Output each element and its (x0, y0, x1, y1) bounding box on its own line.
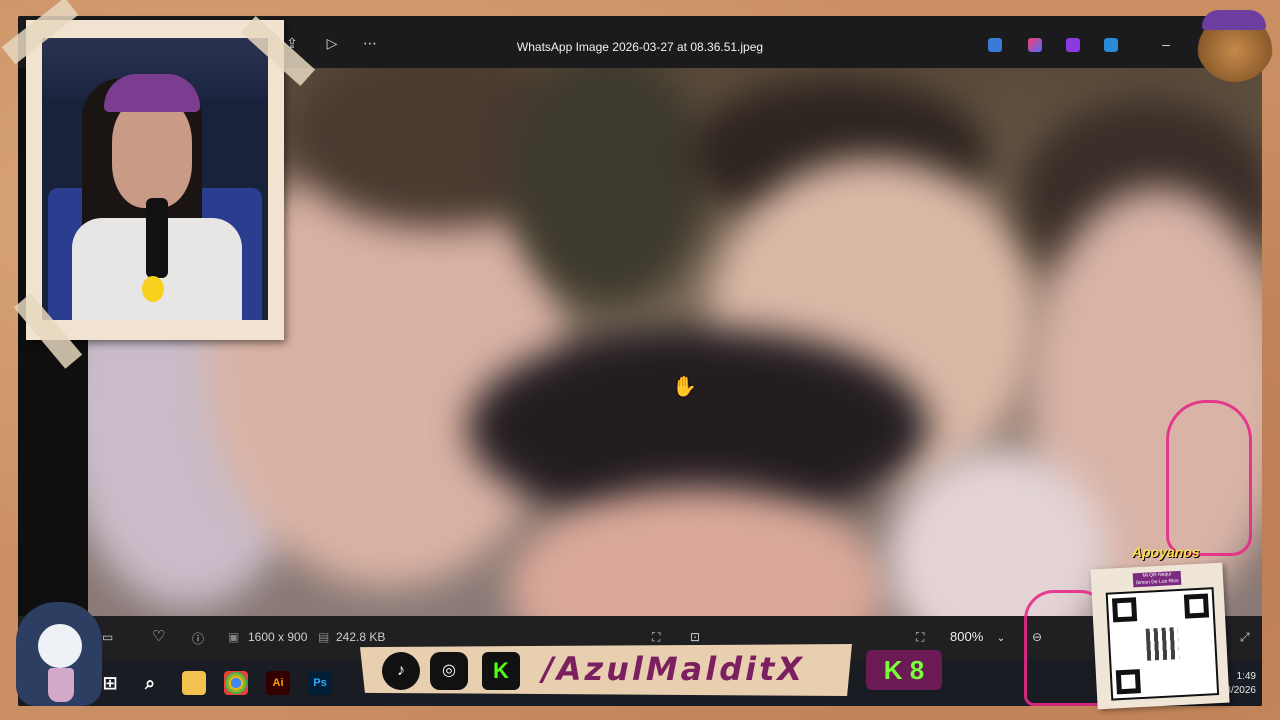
illustrator-icon[interactable]: Ai (266, 671, 290, 695)
tiktok-icon: ♪ (382, 652, 420, 690)
chrome-icon[interactable] (224, 671, 248, 695)
fit-screen-icon[interactable]: ⛶ (652, 630, 660, 645)
dimensions-icon: ▣ (228, 630, 240, 644)
qr-support-card: Mi QR Nequi Simon De Los Rios (1090, 562, 1230, 710)
file-size-icon: ▤ (318, 630, 330, 644)
photoshop-icon[interactable]: Ps (308, 671, 332, 695)
image-dimensions: 1600 x 900 (248, 630, 308, 644)
nequi-qr-code (1105, 587, 1220, 701)
file-size: 242.8 KB (336, 630, 386, 644)
favorite-heart-icon[interactable]: ♡ (152, 627, 165, 645)
microphone (146, 198, 168, 278)
pink-devil-doodle (1166, 400, 1252, 556)
streamer-handle: /AzulMalditX (542, 650, 806, 688)
support-title: Apoyanos (1132, 544, 1200, 560)
onedrive-icon[interactable] (1104, 38, 1118, 52)
fullscreen-icon[interactable]: ⤢ (1240, 630, 1250, 645)
edit-app-icon[interactable] (988, 38, 1002, 52)
search-icon[interactable]: ⌕ (138, 671, 162, 695)
kick-icon: K (482, 652, 520, 690)
ocr-scan-icon[interactable]: ⊡ (690, 630, 700, 644)
purple-cap (104, 74, 200, 112)
rubber-duck (142, 276, 164, 302)
kick-badge: K 8 (866, 650, 942, 690)
file-explorer-icon[interactable] (182, 671, 206, 695)
info-icon[interactable]: ⓘ (192, 630, 204, 647)
webcam-feed (42, 38, 268, 320)
chevron-down-icon: ⌄ (996, 633, 1006, 644)
designer-app-icon[interactable] (1028, 38, 1042, 52)
photo-region (508, 68, 708, 308)
zoom-value: 800% (950, 629, 984, 644)
hand-cursor-icon: ✋ (672, 376, 697, 398)
reaper-boba-sticker (8, 594, 112, 714)
actual-size-icon[interactable]: ⛶ (916, 630, 924, 645)
qr-label: Mi QR Nequi Simon De Los Rios (1132, 570, 1182, 588)
webcam-polaroid-frame (1, 0, 316, 369)
minimize-button[interactable]: – (1156, 34, 1176, 54)
instagram-icon: ◎ (430, 652, 468, 690)
clipchamp-app-icon[interactable] (1066, 38, 1080, 52)
zoom-level-dropdown[interactable]: 800% ⌄ (944, 624, 1018, 650)
social-media-banner: ♪ ◎ K /AzulMalditX (360, 644, 852, 696)
mascot-sticker (1196, 4, 1274, 82)
